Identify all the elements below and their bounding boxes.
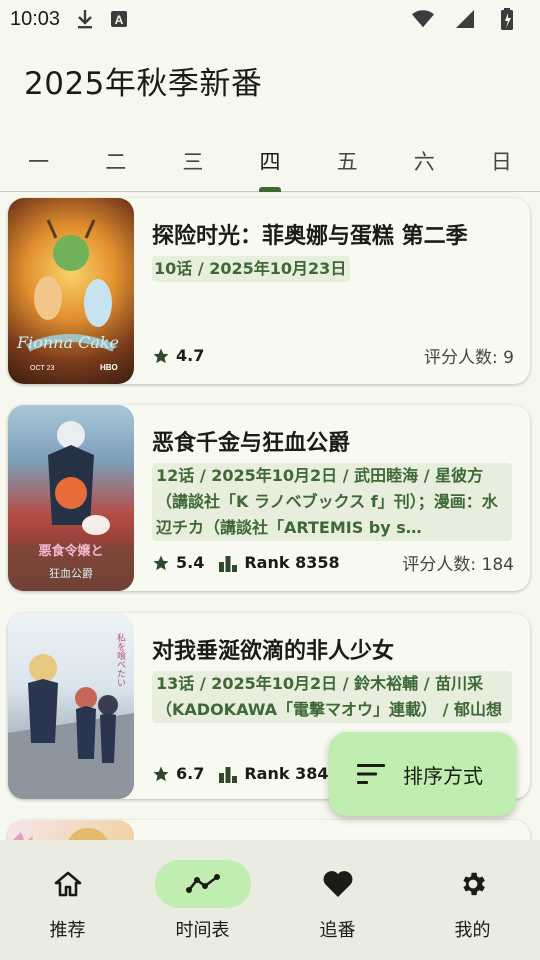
nav-item-mine[interactable]: 我的 bbox=[405, 840, 540, 960]
nav-item-schedule[interactable]: 时间表 bbox=[135, 840, 270, 960]
rank: Rank 3849 bbox=[218, 764, 340, 783]
anime-subtitle: 12话 / 2025年10月2日 / 武田睦海 / 星彼方（講談社「K ラノベブ… bbox=[152, 463, 512, 541]
status-time: 10:03 bbox=[10, 7, 61, 30]
card-footer: 4.7 评分人数: 9 bbox=[152, 343, 514, 368]
cover-image: 私を喰べたい bbox=[8, 613, 134, 799]
rating: 5.4 bbox=[152, 553, 204, 572]
cover-image: 悪食令嬢と 狂血公爵 bbox=[8, 405, 134, 591]
tab-thursday[interactable]: 四 bbox=[231, 130, 308, 191]
tab-friday[interactable]: 五 bbox=[309, 130, 386, 191]
svg-text:私を喰べたい: 私を喰べたい bbox=[115, 633, 126, 687]
rating: 6.7 bbox=[152, 764, 204, 783]
home-icon bbox=[54, 871, 81, 897]
anime-card[interactable]: 悪食令嬢と 狂血公爵 恶食千金与狂血公爵 12话 / 2025年10月2日 / … bbox=[8, 405, 530, 591]
nav-label: 时间表 bbox=[175, 920, 230, 941]
bar-chart-icon bbox=[219, 555, 238, 572]
svg-text:狂血公爵: 狂血公爵 bbox=[49, 566, 93, 580]
sort-button[interactable]: 排序方式 bbox=[329, 732, 516, 816]
tab-monday[interactable]: 一 bbox=[0, 130, 77, 191]
timeline-icon bbox=[185, 874, 220, 893]
svg-text:悪食令嬢と: 悪食令嬢と bbox=[38, 543, 103, 559]
tab-saturday[interactable]: 六 bbox=[386, 130, 463, 191]
anime-title: 探险时光：菲奥娜与蛋糕 第二季 bbox=[152, 224, 468, 249]
sort-icon bbox=[357, 764, 385, 784]
rank: Rank 8358 bbox=[218, 553, 340, 572]
nav-item-following[interactable]: 追番 bbox=[270, 840, 405, 960]
cover-image bbox=[8, 820, 134, 840]
cover-image: Fionna Cake OCT 23 HBO bbox=[8, 198, 134, 384]
rank-value: Rank 8358 bbox=[244, 553, 340, 572]
signal-icon bbox=[454, 8, 476, 30]
rating-value: 6.7 bbox=[176, 764, 205, 783]
heart-icon bbox=[323, 871, 352, 897]
keyboard-a-icon: A bbox=[108, 8, 130, 30]
tab-sunday[interactable]: 日 bbox=[463, 130, 540, 191]
page-title: 2025年秋季新番 bbox=[24, 66, 263, 102]
svg-text:Fionna Cake: Fionna Cake bbox=[16, 333, 119, 352]
nav-label: 追番 bbox=[319, 920, 356, 941]
nav-label: 我的 bbox=[454, 920, 491, 941]
star-icon bbox=[153, 766, 169, 781]
weekday-tabs: 一 二 三 四 五 六 日 bbox=[0, 130, 540, 192]
anime-card[interactable]: Fionna Cake OCT 23 HBO 探险时光：菲奥娜与蛋糕 第二季 1… bbox=[8, 198, 530, 384]
anime-subtitle: 10话 / 2025年10月23日 bbox=[152, 256, 351, 282]
tab-wednesday[interactable]: 三 bbox=[154, 130, 231, 191]
anime-card[interactable] bbox=[8, 820, 530, 840]
svg-text:HBO: HBO bbox=[100, 363, 118, 372]
bar-chart-icon bbox=[219, 766, 238, 783]
anime-subtitle: 13话 / 2025年10月2日 / 鈴木裕輔 / 苗川采（KADOKAWA「電… bbox=[152, 671, 512, 723]
status-bar: 10:03 A bbox=[0, 0, 540, 38]
anime-title: 恶食千金与狂血公爵 bbox=[152, 431, 351, 456]
gear-icon bbox=[462, 872, 485, 896]
rating-value: 5.4 bbox=[176, 553, 205, 572]
rank-value: Rank 3849 bbox=[244, 764, 340, 783]
star-icon bbox=[153, 348, 169, 363]
nav-item-recommend[interactable]: 推荐 bbox=[0, 840, 135, 960]
rating-count: 评分人数: 184 bbox=[402, 555, 514, 575]
card-footer: 5.4 Rank 8358 评分人数: 184 bbox=[152, 550, 514, 575]
sort-button-label: 排序方式 bbox=[403, 763, 483, 788]
tab-tuesday[interactable]: 二 bbox=[77, 130, 154, 191]
star-icon bbox=[153, 555, 169, 570]
rating-value: 4.7 bbox=[176, 346, 205, 365]
rating-count: 评分人数: 9 bbox=[424, 348, 514, 368]
wifi-icon bbox=[412, 8, 434, 30]
anime-title: 对我垂涎欲滴的非人少女 bbox=[152, 639, 395, 664]
battery-icon bbox=[496, 8, 518, 30]
nav-label: 推荐 bbox=[49, 920, 86, 941]
svg-text:OCT 23: OCT 23 bbox=[30, 365, 54, 372]
download-icon bbox=[74, 8, 96, 30]
rating: 4.7 bbox=[152, 346, 204, 365]
svg-text:A: A bbox=[115, 13, 124, 27]
bottom-nav: 推荐 时间表 追番 我的 bbox=[0, 840, 540, 960]
